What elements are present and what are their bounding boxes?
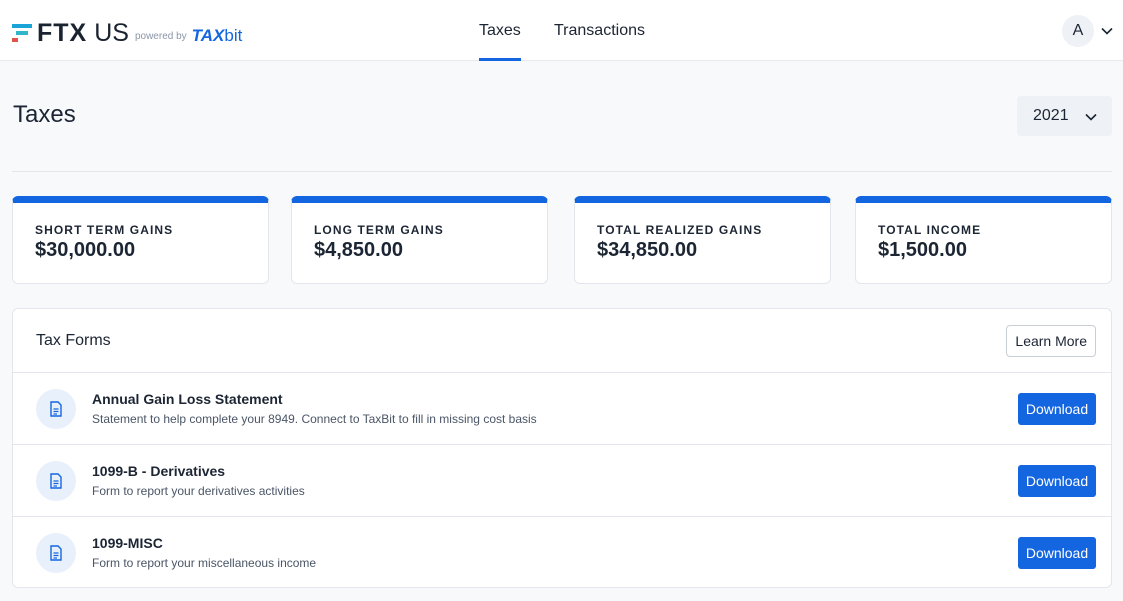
chevron-down-icon[interactable] (1100, 24, 1114, 38)
document-icon (36, 533, 76, 573)
ftx-us-logo[interactable]: FTX US powered by TAXbit (12, 18, 243, 47)
stat-card-total-realized-gains: TOTAL REALIZED GAINS $34,850.00 (574, 196, 831, 284)
stat-value: $4,850.00 (314, 239, 403, 261)
stat-value: $1,500.00 (878, 239, 967, 261)
download-button[interactable]: Download (1018, 393, 1096, 425)
tax-form-name: 1099-B - Derivatives (92, 463, 226, 479)
tax-forms-header: Tax Forms Learn More (13, 309, 1111, 373)
tax-forms-title: Tax Forms (36, 332, 111, 349)
tab-taxes[interactable]: Taxes (479, 0, 521, 61)
taxbit-logo-rest: bit (224, 26, 243, 45)
taxbit-logo-bold: TAX (191, 26, 225, 45)
year-select[interactable]: 2021 (1017, 96, 1112, 136)
top-nav-bar: FTX US powered by TAXbit Taxes Transacti… (0, 0, 1123, 61)
tax-form-description: Form to report your derivatives activiti… (92, 484, 305, 498)
document-icon (36, 461, 76, 501)
chevron-down-icon (1085, 113, 1097, 121)
download-button[interactable]: Download (1018, 465, 1096, 497)
stat-label: TOTAL REALIZED GAINS (597, 223, 763, 237)
tab-transactions[interactable]: Transactions (554, 0, 645, 61)
tax-form-row: 1099-MISC Form to report your miscellane… (13, 517, 1111, 587)
year-select-value: 2021 (1033, 107, 1069, 124)
tax-form-row: 1099-B - Derivatives Form to report your… (13, 445, 1111, 517)
tax-form-name: Annual Gain Loss Statement (92, 391, 283, 407)
tax-form-description: Statement to help complete your 8949. Co… (92, 412, 537, 426)
ftx-mark-icon (12, 22, 34, 42)
taxbit-logo: TAXbit (191, 26, 243, 45)
stat-label: TOTAL INCOME (878, 223, 982, 237)
tax-form-description: Form to report your miscellaneous income (92, 556, 317, 570)
stat-label: LONG TERM GAINS (314, 223, 444, 237)
learn-more-button[interactable]: Learn More (1006, 325, 1096, 357)
tax-form-name: 1099-MISC (92, 535, 163, 551)
document-icon (36, 389, 76, 429)
user-avatar[interactable]: A (1062, 15, 1094, 47)
brand-suffix: US (94, 19, 129, 47)
stat-card-long-term-gains: LONG TERM GAINS $4,850.00 (291, 196, 548, 284)
brand-name: FTX (37, 19, 88, 47)
powered-by-text: powered by (134, 31, 187, 42)
tax-forms-panel: Tax Forms Learn More Annual Gain Loss St… (12, 308, 1112, 588)
tax-form-row: Annual Gain Loss Statement Statement to … (13, 373, 1111, 445)
stat-card-total-income: TOTAL INCOME $1,500.00 (855, 196, 1112, 284)
stat-label: SHORT TERM GAINS (35, 223, 174, 237)
stat-value: $34,850.00 (597, 239, 698, 261)
download-button[interactable]: Download (1018, 537, 1096, 569)
stat-card-short-term-gains: SHORT TERM GAINS $30,000.00 (12, 196, 269, 284)
section-divider (12, 171, 1112, 172)
stat-value: $30,000.00 (35, 239, 136, 261)
page-title: Taxes (13, 101, 76, 128)
